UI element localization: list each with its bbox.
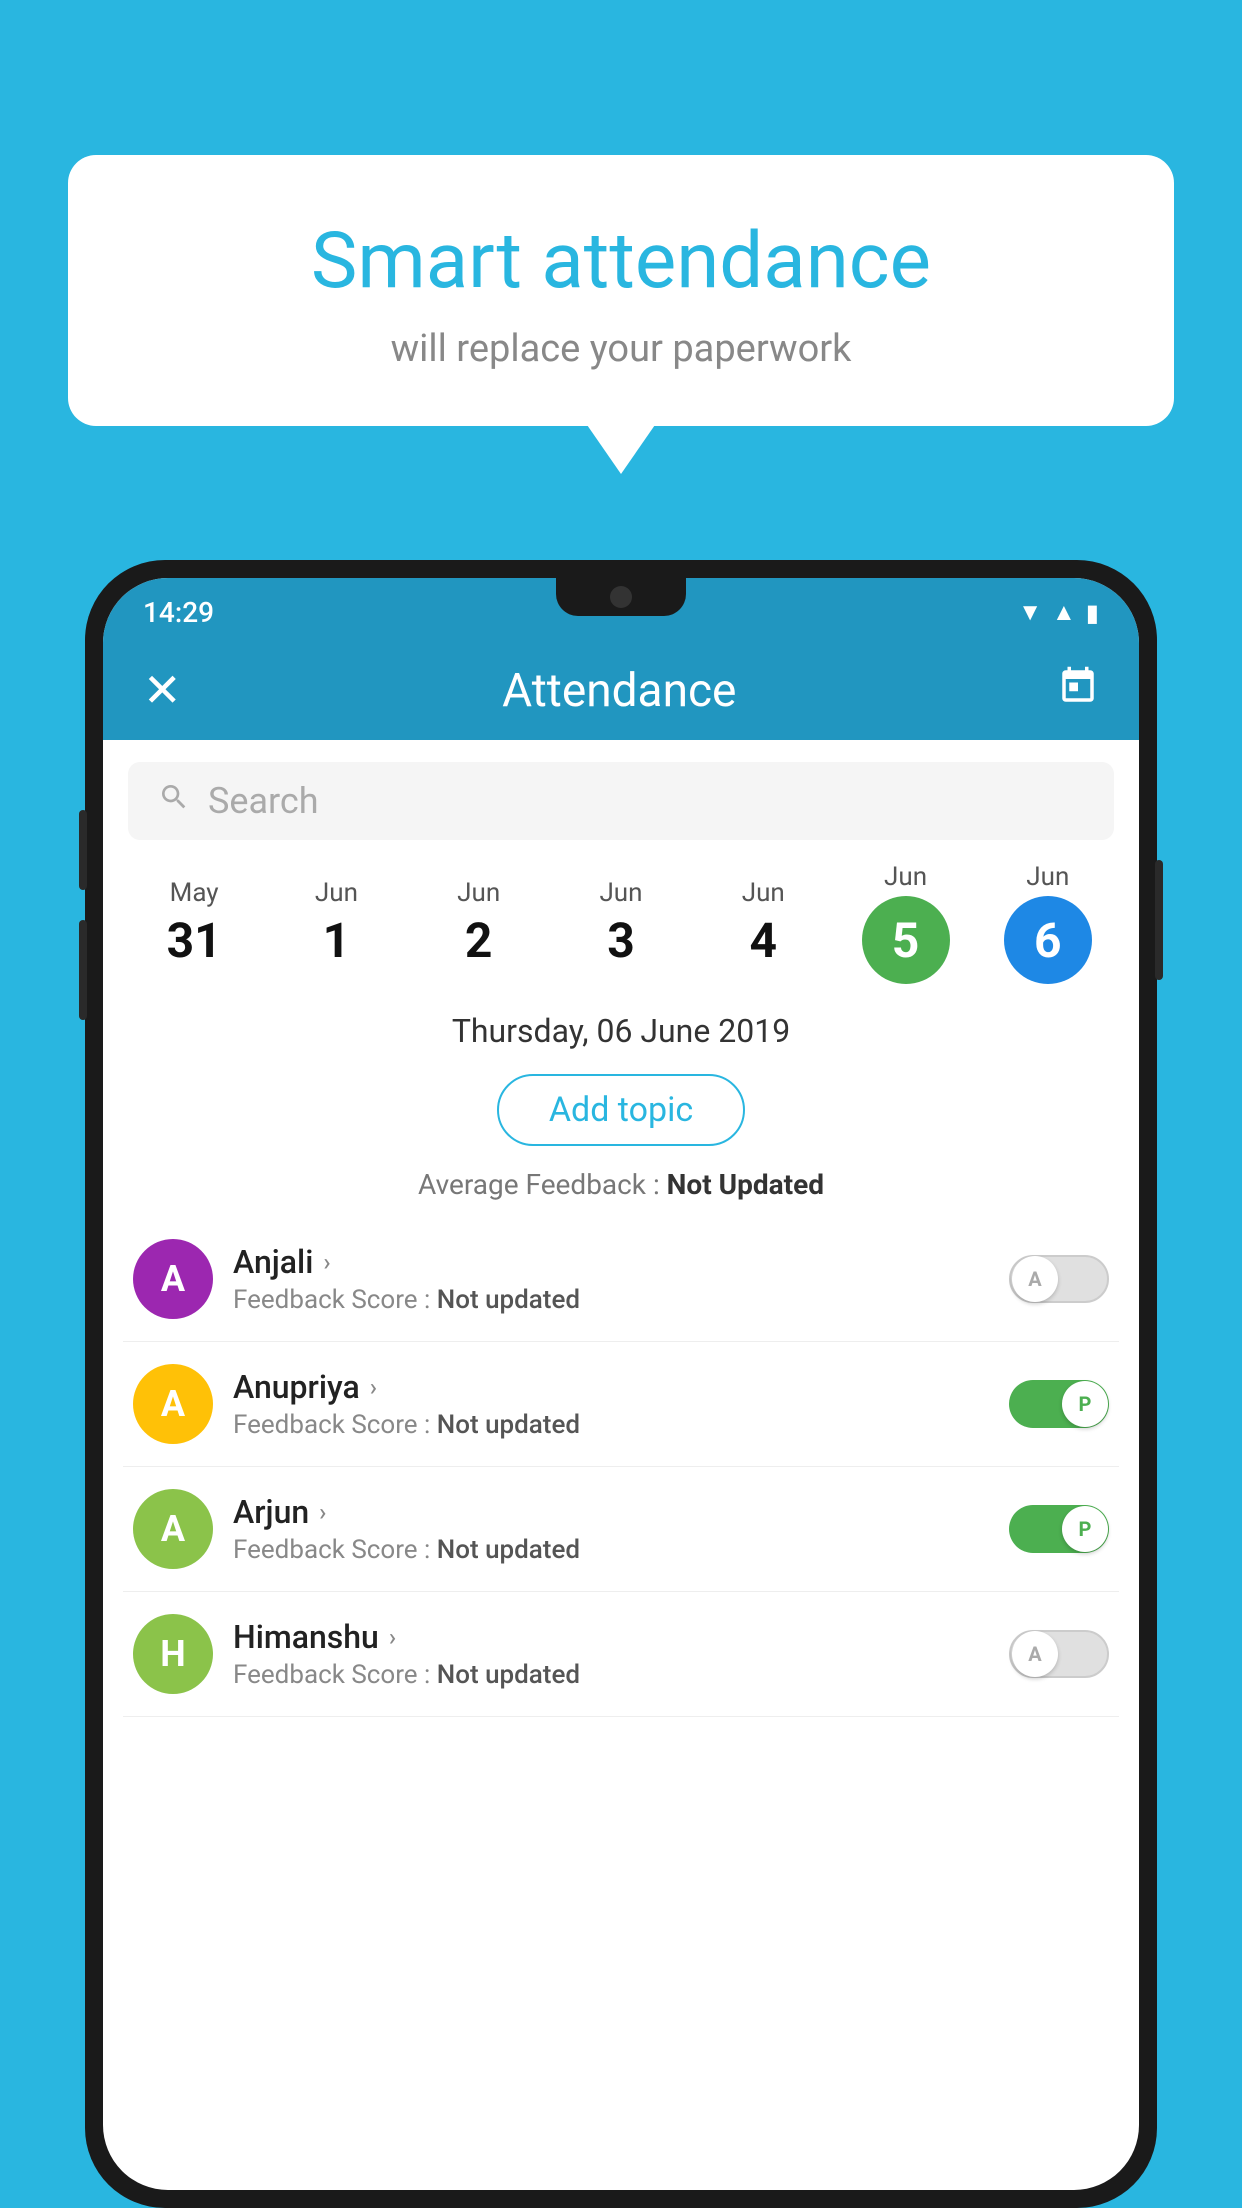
feedback-label: Feedback Score :	[233, 1660, 437, 1690]
selected-date-info: Thursday, 06 June 2019	[103, 994, 1139, 1060]
selected-date-text: Thursday, 06 June 2019	[452, 1012, 790, 1050]
calendar-button[interactable]	[1057, 665, 1099, 717]
feedback-label: Average Feedback :	[418, 1168, 667, 1201]
phone-notch	[556, 578, 686, 616]
student-item-anjali[interactable]: A Anjali › Feedback Score : Not updated …	[123, 1217, 1119, 1342]
power-button	[1155, 860, 1163, 980]
volume-up-button	[79, 810, 87, 890]
speech-bubble: Smart attendance will replace your paper…	[68, 155, 1174, 426]
app-bar-title: Attendance	[502, 664, 736, 718]
status-time: 14:29	[143, 596, 214, 629]
battery-icon: ▮	[1086, 599, 1099, 627]
app-bar: ✕ Attendance	[103, 641, 1139, 740]
attendance-toggle-himanshu[interactable]: A	[1009, 1630, 1109, 1678]
bubble-subtitle: will replace your paperwork	[118, 327, 1124, 371]
volume-down-button	[79, 920, 87, 1020]
status-icons: ▼ ▲ ▮	[1018, 598, 1099, 627]
feedback-score-arjun: Not updated	[437, 1535, 580, 1565]
search-placeholder: Search	[208, 780, 319, 822]
student-info-anjali: Anjali › Feedback Score : Not updated	[233, 1243, 989, 1315]
phone-body: 14:29 ▼ ▲ ▮ ✕ Attendance	[85, 560, 1157, 2208]
student-info-arjun: Arjun › Feedback Score : Not updated	[233, 1493, 989, 1565]
student-item-himanshu[interactable]: H Himanshu › Feedback Score : Not update…	[123, 1592, 1119, 1717]
student-list: A Anjali › Feedback Score : Not updated …	[103, 1217, 1139, 2190]
signal-icon: ▲	[1052, 598, 1076, 627]
close-button[interactable]: ✕	[143, 663, 182, 718]
date-strip[interactable]: May 31 Jun 1 Jun 2 Jun 3 Jun 4	[103, 852, 1139, 994]
feedback-label: Feedback Score :	[233, 1535, 437, 1565]
average-feedback: Average Feedback : Not Updated	[103, 1160, 1139, 1217]
student-info-anupriya: Anupriya › Feedback Score : Not updated	[233, 1368, 989, 1440]
feedback-label: Feedback Score :	[233, 1410, 437, 1440]
chevron-right-icon: ›	[370, 1373, 377, 1401]
bubble-title: Smart attendance	[118, 215, 1124, 309]
wifi-icon: ▼	[1018, 598, 1042, 627]
student-avatar-himanshu: H	[133, 1614, 213, 1694]
date-col-jun1[interactable]: Jun 1	[265, 868, 407, 979]
search-bar[interactable]: Search	[128, 762, 1114, 840]
feedback-score-anjali: Not updated	[437, 1285, 580, 1315]
date-col-jun3[interactable]: Jun 3	[550, 868, 692, 979]
phone-screen: 14:29 ▼ ▲ ▮ ✕ Attendance	[103, 578, 1139, 2190]
student-info-himanshu: Himanshu › Feedback Score : Not updated	[233, 1618, 989, 1690]
feedback-score-anupriya: Not updated	[437, 1410, 580, 1440]
student-avatar-arjun: A	[133, 1489, 213, 1569]
date-col-jun4[interactable]: Jun 4	[692, 868, 834, 979]
student-avatar-anupriya: A	[133, 1364, 213, 1444]
student-name-arjun: Arjun	[233, 1493, 309, 1531]
student-name-himanshu: Himanshu	[233, 1618, 379, 1656]
date-col-jun6[interactable]: Jun 6	[977, 852, 1119, 994]
date-col-jun2[interactable]: Jun 2	[408, 868, 550, 979]
search-icon	[158, 781, 190, 821]
attendance-toggle-arjun[interactable]: P	[1009, 1505, 1109, 1553]
add-topic-container[interactable]: Add topic	[103, 1060, 1139, 1160]
attendance-toggle-anjali[interactable]: A	[1009, 1255, 1109, 1303]
feedback-value: Not Updated	[667, 1168, 824, 1201]
chevron-right-icon: ›	[389, 1623, 396, 1651]
feedback-label: Feedback Score :	[233, 1285, 437, 1315]
attendance-toggle-anupriya[interactable]: P	[1009, 1380, 1109, 1428]
speech-bubble-container: Smart attendance will replace your paper…	[68, 155, 1174, 426]
feedback-score-himanshu: Not updated	[437, 1660, 580, 1690]
chevron-right-icon: ›	[319, 1498, 326, 1526]
front-camera	[610, 586, 632, 608]
date-col-jun5[interactable]: Jun 5	[834, 852, 976, 994]
chevron-right-icon: ›	[323, 1248, 330, 1276]
student-name-anjali: Anjali	[233, 1243, 313, 1281]
phone-container: 14:29 ▼ ▲ ▮ ✕ Attendance	[85, 560, 1157, 2208]
student-name-anupriya: Anupriya	[233, 1368, 360, 1406]
student-item-arjun[interactable]: A Arjun › Feedback Score : Not updated P	[123, 1467, 1119, 1592]
student-avatar-anjali: A	[133, 1239, 213, 1319]
student-item-anupriya[interactable]: A Anupriya › Feedback Score : Not update…	[123, 1342, 1119, 1467]
date-col-may31[interactable]: May 31	[123, 868, 265, 979]
add-topic-button[interactable]: Add topic	[497, 1074, 745, 1146]
